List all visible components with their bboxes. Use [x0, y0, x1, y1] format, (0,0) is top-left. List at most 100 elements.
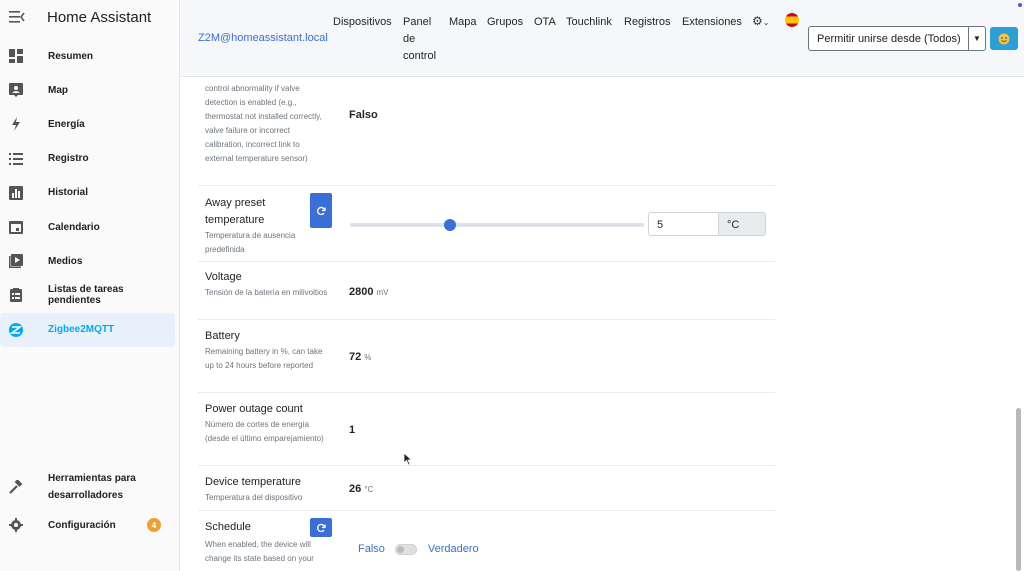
exposes-row-schedule: Schedule When enabled, the device will c…: [198, 511, 775, 571]
app-title: Home Assistant: [47, 8, 152, 26]
refresh-icon: [317, 523, 326, 532]
mouse-cursor-icon: [403, 452, 413, 466]
schedule-toggle: Falso Verdadero: [358, 543, 479, 555]
permit-join-label: Permitir unirse desde (Todos): [817, 32, 961, 45]
sidebar-item-label: Historial: [48, 187, 89, 199]
sidebar-item-listas[interactable]: Listas de tareas pendientes: [0, 278, 175, 312]
gear-icon: ⚙: [752, 14, 763, 28]
row-name: Device temperature: [205, 476, 301, 488]
sidebar-item-herramientas[interactable]: Herramientas para desarrolladores: [0, 468, 175, 506]
row-description: Tensión de la batería en milivoltios: [205, 288, 328, 297]
zigbee-icon: [9, 322, 23, 337]
language-flag-icon[interactable]: [785, 13, 799, 27]
sidebar-item-label: Zigbee2MQTT: [48, 324, 115, 336]
sidebar-item-historial[interactable]: Historial: [0, 176, 175, 210]
sidebar-item-label: Configuración: [48, 519, 116, 531]
nav-registros[interactable]: Registros: [624, 14, 670, 31]
voltage-unit: mV: [376, 288, 389, 297]
sidebar-item-zigbee2mqtt[interactable]: Zigbee2MQTT: [0, 312, 175, 347]
scrollbar[interactable]: [1016, 408, 1021, 571]
sidebar-item-registro[interactable]: Registro: [0, 142, 175, 176]
permit-join-button[interactable]: Permitir unirse desde (Todos) ▼: [808, 26, 986, 51]
sidebar-item-label: Herramientas para desarrolladores: [48, 473, 136, 501]
hammer-icon: [9, 480, 23, 494]
sidebar-item-label: Resumen: [48, 50, 94, 62]
exposes-row-power-outage: Power outage count Número de cortes de e…: [198, 393, 775, 466]
row-name: Voltage: [205, 271, 242, 283]
sidebar-item-energia[interactable]: Energía: [0, 107, 175, 141]
list-icon: [9, 152, 23, 166]
sidebar-header: Home Assistant: [0, 0, 179, 34]
sidebar-item-label: Energía: [48, 118, 85, 130]
menu-icon[interactable]: [9, 10, 25, 24]
row-name: Away preset temperature: [205, 197, 266, 226]
row-value: Falso: [349, 109, 378, 121]
chevron-down-icon[interactable]: ▼: [968, 27, 985, 50]
exposes-row-device-temperature: Device temperature Temperatura del dispo…: [198, 466, 775, 511]
map-icon: [9, 83, 23, 98]
chevron-down-icon: ⌄: [762, 18, 770, 27]
exposes-row-battery: Battery Remaining battery in %, can take…: [198, 320, 775, 393]
slider-thumb[interactable]: [443, 219, 456, 231]
sidebar-item-label: Registro: [48, 153, 89, 165]
nav-mapa[interactable]: Mapa: [449, 14, 477, 31]
nav-grupos[interactable]: Grupos: [487, 14, 523, 31]
refresh-icon: [317, 206, 326, 215]
toggle-true-label[interactable]: Verdadero: [428, 543, 479, 555]
row-description: Temperatura de ausencia predefinida: [205, 231, 296, 254]
row-value: 26 °C: [349, 483, 373, 495]
away-preset-slider[interactable]: [350, 219, 644, 231]
sidebar-item-label: Medios: [48, 255, 83, 267]
sidebar-item-label: Calendario: [48, 221, 100, 233]
row-value: 1: [349, 424, 356, 436]
calendar-icon: [9, 220, 23, 235]
away-preset-unit: °C: [718, 212, 766, 236]
nav-extensiones[interactable]: Extensiones: [682, 14, 742, 31]
sidebar-item-label: Listas de tareas pendientes: [48, 284, 124, 307]
host-link[interactable]: Z2M@homeassistant.local: [198, 32, 328, 44]
clipboard-icon: [9, 288, 23, 303]
refresh-button[interactable]: [310, 193, 332, 228]
device-temp-unit: °C: [364, 485, 374, 494]
lightning-icon: [9, 117, 23, 132]
row-name: Battery: [205, 330, 240, 342]
away-preset-input[interactable]: 5: [648, 212, 719, 236]
row-description: Remaining battery in %, can take up to 2…: [205, 347, 323, 370]
battery-value: 72: [349, 351, 362, 363]
chart-icon: [9, 185, 23, 200]
row-description: Temperatura del dispositivo: [205, 493, 303, 502]
row-name: Schedule: [205, 521, 251, 533]
sidebar-item-medios[interactable]: Medios: [0, 244, 175, 278]
schedule-switch[interactable]: [394, 543, 417, 555]
row-description: Número de cortes de energía (desde el úl…: [205, 420, 324, 443]
top-navbar: Z2M@homeassistant.local Dispositivos Pan…: [180, 0, 1024, 77]
gear-icon: [9, 518, 23, 532]
sidebar-bottom: Herramientas para desarrolladores Config…: [0, 468, 180, 544]
row-description: control abnormality if valve detection i…: [205, 84, 322, 163]
sidebar-item-label: Map: [48, 84, 68, 96]
settings-dropdown[interactable]: ⚙⌄: [752, 14, 769, 28]
sidebar-item-map[interactable]: Map: [0, 73, 175, 107]
avatar-icon: [998, 33, 1010, 44]
sidebar-item-configuracion[interactable]: Configuración 4: [0, 506, 175, 544]
device-temp-value: 26: [349, 483, 362, 495]
sidebar-item-resumen[interactable]: Resumen: [0, 39, 175, 73]
nav-panel-de-control[interactable]: Panel de control: [403, 14, 437, 65]
user-button[interactable]: [990, 27, 1018, 50]
exposes-row-voltage: Voltage Tensión de la batería en milivol…: [198, 262, 775, 320]
nav-ota[interactable]: OTA: [534, 14, 556, 31]
refresh-button[interactable]: [310, 518, 332, 537]
nav-touchlink[interactable]: Touchlink: [566, 14, 612, 31]
voltage-value: 2800: [349, 286, 374, 298]
sidebar-nav: Resumen Map Energía Registro Historial C…: [0, 39, 180, 347]
row-value: 72%: [349, 351, 371, 363]
row-name: Power outage count: [205, 403, 303, 415]
exposes-row-valve: control abnormality if valve detection i…: [198, 77, 775, 186]
sidebar-item-calendario[interactable]: Calendario: [0, 210, 175, 244]
media-icon: [9, 254, 23, 269]
toggle-false-label[interactable]: Falso: [358, 543, 385, 555]
row-description: When enabled, the device will change its…: [205, 540, 314, 563]
sidebar: Home Assistant Resumen Map Energía Regis…: [0, 0, 180, 571]
nav-dispositivos[interactable]: Dispositivos: [333, 14, 392, 31]
status-dot: [1018, 3, 1022, 7]
